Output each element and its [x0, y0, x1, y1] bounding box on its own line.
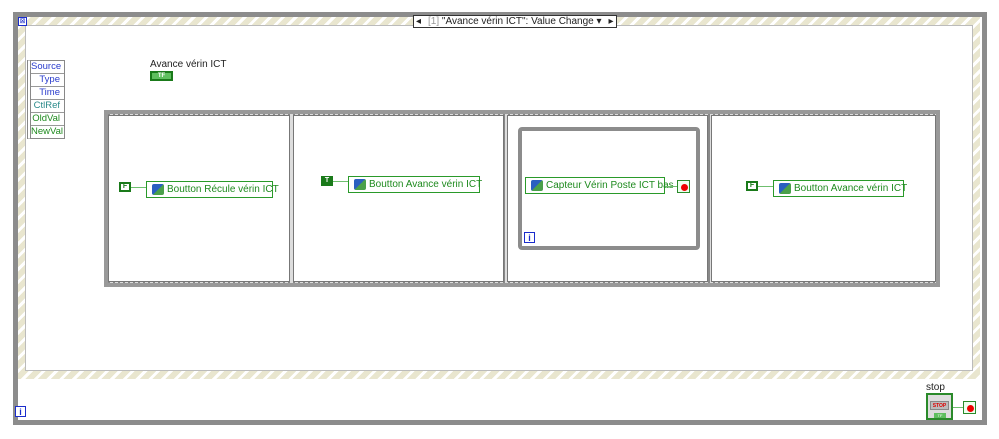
stop-label: stop	[926, 382, 945, 393]
event-structure-icon: ⊠	[18, 17, 27, 26]
event-case-selector[interactable]: ◂ [1] "Avance vérin ICT": Value Change ▾…	[413, 15, 617, 28]
iteration-terminal: i	[524, 232, 535, 243]
false-constant[interactable]: F	[746, 181, 758, 191]
property-node-boutton-recule[interactable]: Boutton Récule vérin ICT	[146, 181, 279, 198]
selector-prev-icon[interactable]: ◂	[416, 16, 421, 28]
case-label: "Avance vérin ICT": Value Change	[441, 16, 594, 27]
node-source: Source	[31, 61, 64, 74]
property-node-boutton-avance-2[interactable]: Boutton Avance vérin ICT	[773, 180, 907, 197]
property-node-capteur[interactable]: Capteur Vérin Poste ICT bas	[525, 177, 674, 194]
boolean-control-terminal[interactable]: TF	[150, 71, 173, 81]
false-constant[interactable]: F	[119, 182, 131, 192]
property-node-icon	[354, 179, 366, 190]
event-data-node[interactable]: Source Type Time CtlRef OldVal NewVal	[27, 60, 65, 139]
property-node-icon	[152, 184, 164, 195]
node-time: Time	[31, 87, 64, 100]
wire	[131, 187, 146, 188]
node-type: Type	[31, 74, 64, 87]
wire	[665, 186, 677, 187]
property-node-boutton-avance[interactable]: Boutton Avance vérin ICT	[348, 176, 482, 193]
selector-dropdown-icon[interactable]: ▾	[597, 16, 602, 27]
stop-terminal-type: TF	[934, 413, 946, 418]
control-label: Avance vérin ICT	[150, 59, 227, 70]
node-ctlref: CtlRef	[31, 100, 64, 113]
stop-button-face: STOP	[930, 401, 949, 410]
wire	[333, 181, 348, 182]
node-newval: NewVal	[31, 126, 64, 137]
sequence-frame-4	[711, 115, 936, 282]
loop-condition-icon[interactable]	[963, 401, 976, 414]
property-node-icon	[779, 183, 791, 194]
sequence-frame-2	[293, 115, 504, 282]
sequence-frame-1	[108, 115, 290, 282]
selector-next-icon[interactable]: ▸	[609, 16, 614, 28]
true-constant[interactable]: T	[321, 176, 333, 186]
wire	[758, 186, 773, 187]
property-node-icon	[531, 180, 543, 191]
node-oldval: OldVal	[31, 113, 64, 126]
outer-iteration-terminal: i	[15, 406, 26, 417]
case-index: [1]	[428, 16, 440, 27]
stop-button-terminal[interactable]: STOP TF	[926, 393, 953, 420]
stop-condition-icon[interactable]	[677, 180, 690, 193]
wire	[953, 407, 963, 408]
